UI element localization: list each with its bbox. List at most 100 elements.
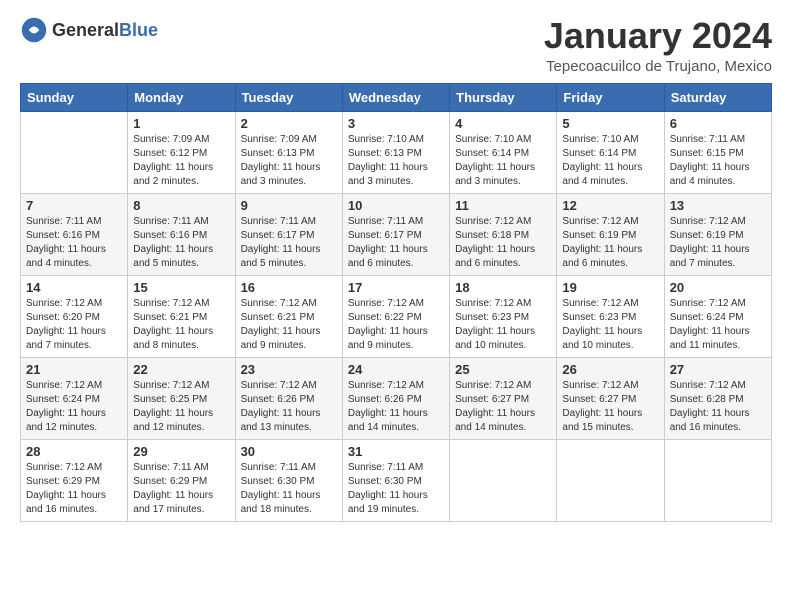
day-number: 25 (455, 362, 551, 377)
day-cell: 5Sunrise: 7:10 AMSunset: 6:14 PMDaylight… (557, 111, 664, 193)
header-day-sunday: Sunday (21, 83, 128, 111)
day-info: Sunrise: 7:12 AMSunset: 6:24 PMDaylight:… (670, 297, 766, 353)
day-cell: 9 Sunrise: 7:11 AMSunset: 6:17 PMDaylight… (235, 193, 342, 275)
day-cell: 19 Sunrise: 7:12 AMSunset: 6:23 PMDayligh… (557, 275, 664, 357)
day-number: 6 (670, 116, 766, 131)
calendar-container: GeneralBlue January 2024 Tepecoacuilco d… (20, 16, 772, 522)
day-number: 2 (241, 116, 337, 131)
day-number: 15 (133, 280, 229, 295)
day-cell: 10 Sunrise: 7:11 AMSunset: 6:17 PMDayligh… (342, 193, 449, 275)
day-number: 27 (670, 362, 766, 377)
day-cell: 25 Sunrise: 7:12 AMSunset: 6:27 PMDayligh… (450, 357, 557, 439)
day-cell (557, 439, 664, 521)
header-day-wednesday: Wednesday (342, 83, 449, 111)
day-info: Sunrise: 7:11 AMSunset: 6:16 PMDaylight:… (26, 215, 122, 271)
day-info: Sunrise: 7:10 AMSunset: 6:13 PMDaylight:… (348, 133, 444, 189)
header-day-saturday: Saturday (664, 83, 771, 111)
day-cell: 6 Sunrise: 7:11 AMSunset: 6:15 PMDaylight… (664, 111, 771, 193)
week-row-1: 1 Sunrise: 7:09 AMSunset: 6:12 PMDaylight… (21, 111, 772, 193)
day-number: 22 (133, 362, 229, 377)
logo-general: General (52, 20, 119, 40)
day-cell: 20 Sunrise: 7:12 AMSunset: 6:24 PMDayligh… (664, 275, 771, 357)
day-info: Sunrise: 7:09 AMSunset: 6:12 PMDaylight:… (133, 133, 229, 189)
day-number: 10 (348, 198, 444, 213)
logo: GeneralBlue (20, 16, 158, 44)
day-number: 29 (133, 444, 229, 459)
calendar-table: SundayMondayTuesdayWednesdayThursdayFrid… (20, 83, 772, 522)
day-number: 17 (348, 280, 444, 295)
day-number: 13 (670, 198, 766, 213)
day-number: 1 (133, 116, 229, 131)
day-cell: 23 Sunrise: 7:12 AMSunset: 6:26 PMDayligh… (235, 357, 342, 439)
day-info: Sunrise: 7:12 AMSunset: 6:27 PMDaylight:… (455, 379, 551, 435)
day-number: 9 (241, 198, 337, 213)
day-info: Sunrise: 7:11 AMSunset: 6:29 PMDaylight:… (133, 461, 229, 517)
day-number: 11 (455, 198, 551, 213)
day-cell: 1 Sunrise: 7:09 AMSunset: 6:12 PMDaylight… (128, 111, 235, 193)
day-cell: 17 Sunrise: 7:12 AMSunset: 6:22 PMDayligh… (342, 275, 449, 357)
week-row-3: 14Sunrise: 7:12 AMSunset: 6:20 PMDayligh… (21, 275, 772, 357)
day-info: Sunrise: 7:12 AMSunset: 6:29 PMDaylight:… (26, 461, 122, 517)
day-cell: 16Sunrise: 7:12 AMSunset: 6:21 PMDayligh… (235, 275, 342, 357)
day-number: 28 (26, 444, 122, 459)
day-info: Sunrise: 7:11 AMSunset: 6:16 PMDaylight:… (133, 215, 229, 271)
day-info: Sunrise: 7:11 AMSunset: 6:17 PMDaylight:… (348, 215, 444, 271)
week-row-5: 28 Sunrise: 7:12 AMSunset: 6:29 PMDayligh… (21, 439, 772, 521)
day-cell (664, 439, 771, 521)
day-cell: 27Sunrise: 7:12 AMSunset: 6:28 PMDayligh… (664, 357, 771, 439)
day-info: Sunrise: 7:12 AMSunset: 6:23 PMDaylight:… (455, 297, 551, 353)
day-number: 26 (562, 362, 658, 377)
day-cell: 8 Sunrise: 7:11 AMSunset: 6:16 PMDaylight… (128, 193, 235, 275)
day-cell: 14Sunrise: 7:12 AMSunset: 6:20 PMDayligh… (21, 275, 128, 357)
header-day-tuesday: Tuesday (235, 83, 342, 111)
day-cell (450, 439, 557, 521)
day-number: 24 (348, 362, 444, 377)
header-day-monday: Monday (128, 83, 235, 111)
day-number: 7 (26, 198, 122, 213)
day-info: Sunrise: 7:11 AMSunset: 6:17 PMDaylight:… (241, 215, 337, 271)
day-cell: 26 Sunrise: 7:12 AMSunset: 6:27 PMDayligh… (557, 357, 664, 439)
day-cell: 7 Sunrise: 7:11 AMSunset: 6:16 PMDaylight… (21, 193, 128, 275)
day-cell: 2Sunrise: 7:09 AMSunset: 6:13 PMDaylight… (235, 111, 342, 193)
week-row-2: 7 Sunrise: 7:11 AMSunset: 6:16 PMDaylight… (21, 193, 772, 275)
day-info: Sunrise: 7:12 AMSunset: 6:27 PMDaylight:… (562, 379, 658, 435)
day-cell: 3 Sunrise: 7:10 AMSunset: 6:13 PMDaylight… (342, 111, 449, 193)
day-cell: 22 Sunrise: 7:12 AMSunset: 6:25 PMDayligh… (128, 357, 235, 439)
day-info: Sunrise: 7:10 AMSunset: 6:14 PMDaylight:… (455, 133, 551, 189)
header-row: SundayMondayTuesdayWednesdayThursdayFrid… (21, 83, 772, 111)
day-info: Sunrise: 7:12 AMSunset: 6:19 PMDaylight:… (670, 215, 766, 271)
day-cell: 18 Sunrise: 7:12 AMSunset: 6:23 PMDayligh… (450, 275, 557, 357)
day-cell: 4Sunrise: 7:10 AMSunset: 6:14 PMDaylight… (450, 111, 557, 193)
day-info: Sunrise: 7:12 AMSunset: 6:25 PMDaylight:… (133, 379, 229, 435)
week-row-4: 21Sunrise: 7:12 AMSunset: 6:24 PMDayligh… (21, 357, 772, 439)
month-title: January 2024 (544, 16, 772, 56)
day-info: Sunrise: 7:12 AMSunset: 6:19 PMDaylight:… (562, 215, 658, 271)
day-info: Sunrise: 7:11 AMSunset: 6:15 PMDaylight:… (670, 133, 766, 189)
title-area: January 2024 Tepecoacuilco de Trujano, M… (544, 16, 772, 75)
header: GeneralBlue January 2024 Tepecoacuilco d… (20, 16, 772, 75)
day-number: 8 (133, 198, 229, 213)
day-number: 14 (26, 280, 122, 295)
day-info: Sunrise: 7:12 AMSunset: 6:23 PMDaylight:… (562, 297, 658, 353)
day-info: Sunrise: 7:12 AMSunset: 6:26 PMDaylight:… (241, 379, 337, 435)
day-info: Sunrise: 7:12 AMSunset: 6:24 PMDaylight:… (26, 379, 122, 435)
day-cell: 13 Sunrise: 7:12 AMSunset: 6:19 PMDayligh… (664, 193, 771, 275)
day-number: 19 (562, 280, 658, 295)
day-number: 20 (670, 280, 766, 295)
day-number: 3 (348, 116, 444, 131)
header-day-thursday: Thursday (450, 83, 557, 111)
day-info: Sunrise: 7:12 AMSunset: 6:18 PMDaylight:… (455, 215, 551, 271)
day-info: Sunrise: 7:12 AMSunset: 6:22 PMDaylight:… (348, 297, 444, 353)
logo-blue: Blue (119, 20, 158, 40)
day-info: Sunrise: 7:12 AMSunset: 6:21 PMDaylight:… (241, 297, 337, 353)
day-cell: 12Sunrise: 7:12 AMSunset: 6:19 PMDayligh… (557, 193, 664, 275)
day-info: Sunrise: 7:11 AMSunset: 6:30 PMDaylight:… (241, 461, 337, 517)
day-cell: 21Sunrise: 7:12 AMSunset: 6:24 PMDayligh… (21, 357, 128, 439)
day-info: Sunrise: 7:12 AMSunset: 6:21 PMDaylight:… (133, 297, 229, 353)
day-number: 18 (455, 280, 551, 295)
day-cell: 28 Sunrise: 7:12 AMSunset: 6:29 PMDayligh… (21, 439, 128, 521)
day-number: 23 (241, 362, 337, 377)
header-day-friday: Friday (557, 83, 664, 111)
day-cell: 15 Sunrise: 7:12 AMSunset: 6:21 PMDayligh… (128, 275, 235, 357)
day-number: 5 (562, 116, 658, 131)
